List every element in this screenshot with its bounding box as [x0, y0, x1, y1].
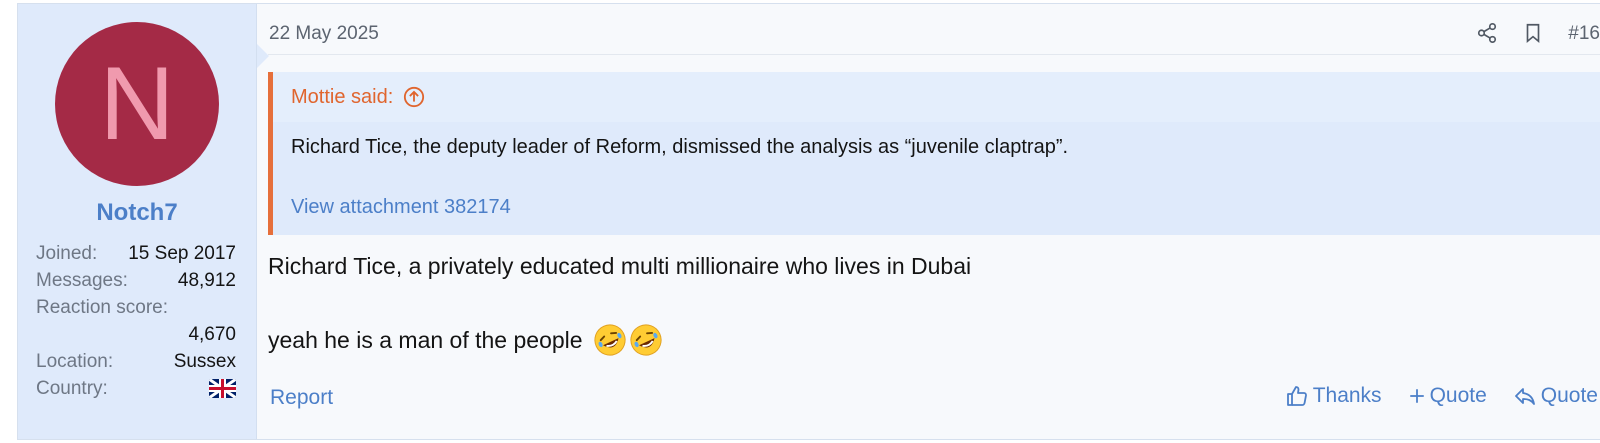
stat-value: 48,912 [177, 270, 236, 291]
bookmark-icon[interactable] [1522, 22, 1546, 46]
thanks-button[interactable]: Thanks [1285, 384, 1382, 408]
user-info-panel: N Notch7 Joined: 15 Sep 2017 Messages: 4… [18, 4, 269, 439]
plus-icon [1409, 389, 1424, 403]
post-footer-actions: Thanks Quote Quote [1259, 384, 1598, 408]
thumbs-up-icon [1286, 386, 1307, 406]
gb-flag-icon [209, 379, 236, 398]
multi-quote-button[interactable]: Quote [1408, 384, 1487, 408]
stat-location: Location: Sussex [36, 348, 236, 375]
reply-quote-button[interactable]: Quote [1513, 384, 1598, 408]
forum-post: N Notch7 Joined: 15 Sep 2017 Messages: 4… [17, 3, 1600, 440]
post-body-line: Richard Tice, a privately educated multi… [268, 253, 972, 279]
post-number[interactable]: #16 [1568, 23, 1600, 45]
user-stats: Joined: 15 Sep 2017 Messages: 48,912 Rea… [36, 240, 236, 402]
report-link[interactable]: Report [270, 386, 333, 410]
stat-value: 4,670 [188, 324, 236, 345]
post-date[interactable]: 22 May 2025 [269, 23, 379, 45]
stat-label: Reaction score: [36, 297, 169, 318]
post-header-actions: #16 [1476, 22, 1600, 46]
quote-block: Mottie said: Richard Tice, the deputy le… [268, 72, 1600, 235]
stat-label: Location: [36, 351, 114, 372]
multi-quote-label: Quote [1429, 384, 1487, 407]
stat-reaction-score-label: Reaction score: [36, 294, 236, 321]
stat-joined: Joined: 15 Sep 2017 [36, 240, 236, 267]
stat-reaction-score-value: 4,670 [36, 321, 236, 348]
stat-value: 15 Sep 2017 [128, 243, 236, 264]
stat-label: Country: [36, 378, 108, 399]
quote-text: Richard Tice, the deputy leader of Refor… [291, 136, 1069, 158]
post-body-line: yeah he is a man of the people [268, 323, 663, 357]
reply-arrow-icon [1514, 388, 1535, 405]
quote-header: Mottie said: [273, 72, 1600, 122]
thanks-label: Thanks [1312, 384, 1382, 407]
share-icon[interactable] [1476, 22, 1500, 46]
stat-value: Sussex [173, 351, 236, 372]
post-main: 22 May 2025 #16 Mottie said: Richard Tic… [256, 4, 1600, 439]
avatar[interactable]: N [55, 22, 219, 186]
post-body-text: yeah he is a man of the people [268, 326, 583, 353]
stat-label: Joined: [36, 243, 98, 264]
stat-country: Country: [36, 375, 236, 402]
reply-quote-label: Quote [1540, 384, 1598, 407]
stat-label: Messages: [36, 270, 128, 291]
post-header: 22 May 2025 #16 [268, 4, 1600, 55]
rolling-on-floor-laughing-emoji [629, 324, 662, 356]
username[interactable]: Notch7 [18, 199, 256, 227]
quote-author[interactable]: Mottie said: [291, 70, 393, 124]
view-attachment-link[interactable]: View attachment 382174 [291, 196, 511, 219]
stat-messages: Messages: 48,912 [36, 267, 236, 294]
post-footer: Report Thanks Quote Quote [268, 382, 1600, 412]
rolling-on-floor-laughing-emoji [593, 324, 626, 356]
jump-to-quote-icon[interactable] [403, 86, 425, 108]
